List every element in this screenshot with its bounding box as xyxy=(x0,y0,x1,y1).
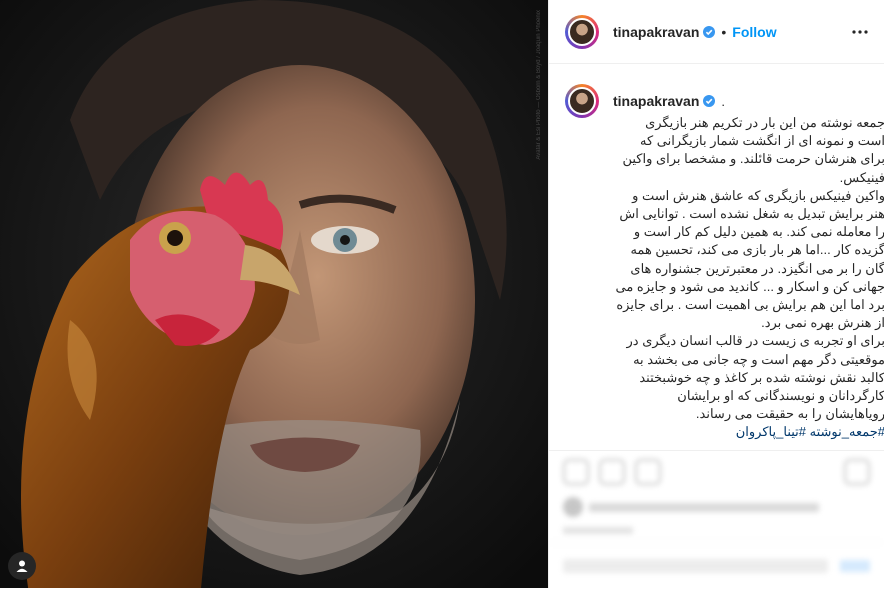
liked-by-row[interactable] xyxy=(549,493,884,521)
comments-area[interactable]: tinapakravan . جمعه نوشته من این بار در … xyxy=(549,64,884,454)
post-comment-button[interactable] xyxy=(840,560,870,572)
share-icon[interactable] xyxy=(635,459,661,485)
timestamp xyxy=(549,521,884,540)
post-photo[interactable]: Avatar & Esi Photo — Osborn & Boyd / Joa… xyxy=(0,0,548,588)
avatar[interactable] xyxy=(568,17,596,46)
verified-badge-icon xyxy=(703,25,716,38)
separator-dot: • xyxy=(721,23,727,40)
caption-paragraph: واکین فینیکس بازیگری که عاشق هنرش است و … xyxy=(615,187,884,331)
comment-icon[interactable] xyxy=(599,459,625,485)
liked-by-text xyxy=(589,502,819,512)
liker-avatar xyxy=(563,497,583,517)
photo-credit: Avatar & Esi Photo — Osborn & Boyd / Joa… xyxy=(536,10,542,160)
portrait-with-chicken-image xyxy=(0,0,548,588)
caption-username[interactable]: tinapakravan xyxy=(613,93,699,109)
verified-badge-icon xyxy=(703,95,716,107)
user-tag-icon[interactable] xyxy=(8,552,36,580)
like-icon[interactable] xyxy=(563,459,589,485)
caption-header: tinapakravan . xyxy=(565,84,870,118)
comment-input[interactable] xyxy=(563,559,828,573)
post-sidebar: tinapakravan • Follow tinapakravan . جمع… xyxy=(548,0,884,589)
save-icon[interactable] xyxy=(844,459,870,485)
more-options-icon[interactable] xyxy=(850,22,870,42)
caption-paragraph: جمعه نوشته من این بار در تکریم هنر بازیگ… xyxy=(622,115,884,185)
post-caption: جمعه نوشته من این بار در تکریم هنر بازیگ… xyxy=(615,114,884,442)
story-ring[interactable] xyxy=(565,14,599,49)
username-link[interactable]: tinapakravan xyxy=(613,24,699,40)
post-header: tinapakravan • Follow xyxy=(549,0,884,64)
caption-tail: . xyxy=(721,93,725,109)
caption-avatar[interactable] xyxy=(568,87,596,115)
add-comment-bar[interactable] xyxy=(549,542,884,589)
caption-paragraph: برای او تجربه ی زیست در قالب انسان دیگری… xyxy=(626,333,884,422)
caption-story-ring[interactable] xyxy=(565,84,599,118)
blurred-actions xyxy=(549,451,884,540)
action-bar xyxy=(549,451,884,493)
post-actions-section xyxy=(549,450,884,589)
caption-hashtags[interactable]: #جمعه_نوشته #تینا_پاکروان xyxy=(615,423,884,441)
follow-button[interactable]: Follow xyxy=(732,24,776,40)
